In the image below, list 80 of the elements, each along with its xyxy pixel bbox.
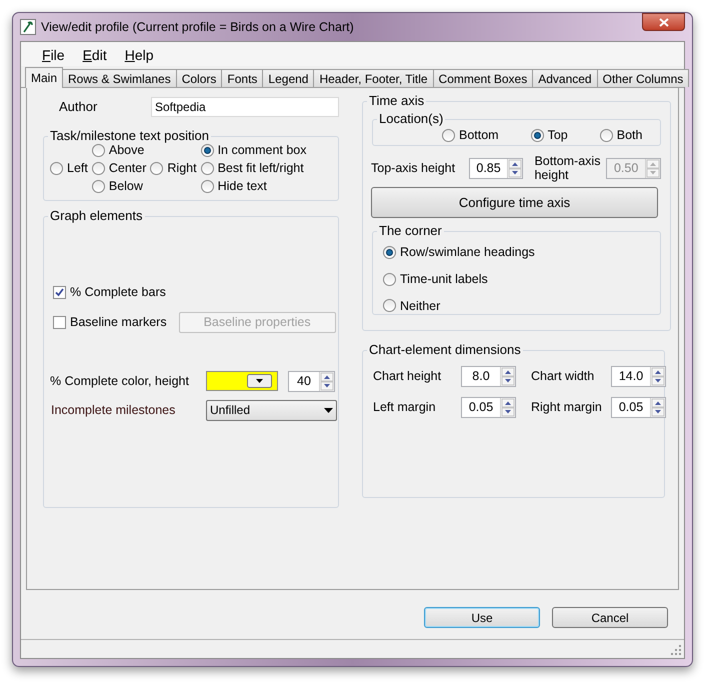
field-label: % Complete color, height (50, 372, 190, 390)
radio-button[interactable] (383, 272, 396, 286)
window-title: View/edit profile (Current profile = Birds on a Wire Chart) (41, 18, 354, 36)
spin-field[interactable]: 8.0 (461, 366, 516, 387)
radio-button[interactable] (200, 180, 214, 193)
spin-field[interactable]: 0.85 (468, 158, 524, 178)
spin-arrows-icon[interactable] (651, 398, 665, 417)
text-field[interactable]: Softpedia (151, 97, 339, 117)
spin-arrows-icon[interactable] (501, 398, 515, 417)
dropdown-arrow-icon (324, 408, 333, 413)
tab[interactable]: Legend (262, 69, 314, 87)
dialog-button[interactable]: Cancel (552, 607, 668, 628)
field-label: Bottom-axis height (534, 154, 602, 182)
radio-button[interactable] (92, 162, 105, 175)
radio-label: Time-unit labels (400, 270, 488, 288)
menu-item[interactable]: Help (118, 44, 161, 66)
radio-button[interactable] (200, 144, 214, 157)
close-button[interactable] (642, 13, 685, 31)
color-picker[interactable] (206, 371, 278, 392)
radio-label: Left (67, 160, 88, 178)
radio-label: Both (616, 126, 642, 144)
radio-label: Hide text (218, 178, 267, 196)
field-label: Left margin (373, 399, 437, 416)
radio-label: Right (167, 160, 197, 178)
field-label: Incomplete milestones (51, 402, 176, 419)
resize-grip-icon[interactable] (671, 645, 681, 655)
radio-label: Row/swimlane headings (400, 244, 535, 261)
spin-arrows-icon[interactable] (320, 372, 334, 391)
app-icon (20, 19, 36, 35)
spin-arrows-icon[interactable] (651, 367, 665, 386)
tab[interactable]: Comment Boxes (432, 69, 534, 87)
group-title: Graph elements (48, 208, 144, 224)
spin-field[interactable]: 14.0 (611, 366, 666, 387)
field-label: Chart width (531, 368, 596, 386)
radio-label: In comment box (218, 142, 307, 160)
radio-button[interactable] (200, 162, 214, 175)
radio-button[interactable] (600, 128, 613, 142)
radio-label: Center (108, 160, 146, 178)
checkbox-label: % Complete bars (70, 284, 166, 301)
radio-label: Above (108, 142, 144, 160)
spin-arrows-icon[interactable] (501, 367, 515, 386)
field-label: Top-axis height (371, 160, 456, 177)
radio-label: Bottom (459, 126, 499, 144)
radio-button[interactable] (442, 128, 455, 142)
spin-field[interactable]: 0.05 (461, 397, 516, 418)
spin-field[interactable]: 0.05 (611, 397, 666, 418)
tab[interactable]: Fonts (221, 69, 264, 87)
dialog-button[interactable]: Use (424, 607, 540, 628)
radio-label: Neither (400, 298, 440, 314)
radio-label: Top (548, 126, 568, 144)
dropdown[interactable]: Unfilled (206, 400, 337, 421)
radio-label: Best fit left/right (218, 160, 304, 178)
radio-button[interactable] (383, 299, 396, 312)
spin-arrows-icon[interactable] (508, 158, 522, 178)
field-label: Chart height (373, 368, 442, 386)
spin-field[interactable]: 40 (288, 370, 335, 392)
menu-item[interactable]: File (35, 44, 72, 66)
tab[interactable]: Header, Footer, Title (313, 69, 434, 87)
field-label: Author (58, 98, 98, 116)
close-icon (658, 18, 668, 26)
radio-button[interactable] (92, 180, 105, 193)
field-label: Right margin (531, 399, 603, 416)
radio-button[interactable] (530, 128, 544, 142)
tab[interactable]: Rows & Swimlanes (62, 69, 177, 87)
tab[interactable]: Advanced (532, 69, 598, 87)
radio-button[interactable] (92, 144, 105, 157)
checkbox[interactable] (53, 286, 66, 299)
tab[interactable]: Colors (176, 69, 222, 87)
group-title: Location(s) (377, 111, 446, 127)
radio-button[interactable] (150, 162, 164, 175)
tab[interactable]: Other Columns (596, 69, 690, 87)
radio-button[interactable] (383, 246, 396, 259)
checkbox-label: Baseline markers (70, 314, 167, 331)
configure-time-axis-button[interactable]: Configure time axis (371, 187, 658, 218)
radio-button[interactable] (50, 162, 63, 175)
checkbox[interactable] (53, 316, 66, 329)
radio-label: Below (108, 178, 143, 196)
group-title: Task/milestone text position (48, 128, 211, 144)
tab[interactable]: Main (25, 67, 64, 88)
menu-item[interactable]: Edit (76, 44, 114, 66)
